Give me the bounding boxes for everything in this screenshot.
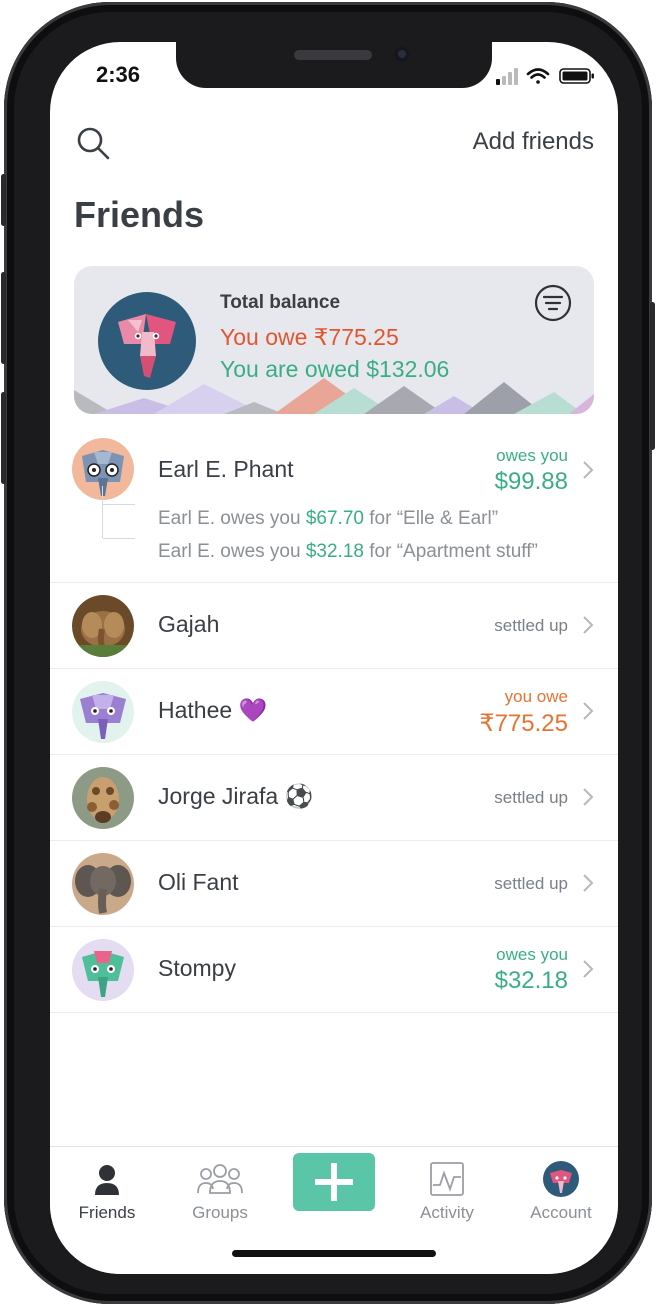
filter-icon[interactable] (534, 284, 572, 322)
friend-name: Gajah (158, 611, 220, 637)
friend-row-earl[interactable]: Earl E. Phant owes you $99.88 Earl E. ow… (50, 426, 618, 583)
tab-label: Friends (78, 1203, 136, 1222)
friend-amount: ₹775.25 (479, 710, 568, 737)
gajah-avatar (72, 595, 134, 657)
tab-label: Activity (420, 1203, 474, 1222)
chevron-right-icon (583, 960, 594, 978)
total-balance-card: Total balance You owe ₹775.25 You are ow… (74, 266, 594, 414)
activity-icon (430, 1162, 464, 1196)
tab-label: Account (530, 1203, 592, 1222)
status-time: 2:36 (96, 62, 141, 87)
status-icons (496, 68, 594, 85)
volume-up-button (1, 272, 6, 364)
add-friends-button[interactable]: Add friends (473, 128, 594, 156)
hathee-avatar (72, 681, 134, 743)
total-balance-label: Total balance (220, 292, 341, 313)
tab-activity[interactable]: Activity (392, 1155, 502, 1235)
notch (176, 42, 492, 88)
tab-groups[interactable]: Groups (165, 1155, 275, 1235)
friend-status: settled up (494, 874, 568, 893)
debt-detail-1: Earl E. owes you $67.70 for “Elle & Earl… (158, 508, 499, 529)
search-icon[interactable] (76, 126, 110, 160)
chevron-right-icon (583, 616, 594, 634)
volume-down-button (1, 392, 6, 484)
home-indicator (232, 1250, 436, 1257)
chevron-right-icon (583, 874, 594, 892)
friend-row-oli[interactable]: Oli Fant settled up (50, 841, 618, 927)
person-icon (95, 1165, 119, 1195)
add-expense-button[interactable] (293, 1153, 375, 1211)
chevron-right-icon (583, 461, 594, 479)
friend-row-hathee[interactable]: Hathee 💜 you owe ₹775.25 (50, 669, 618, 755)
friend-row-stompy[interactable]: Stompy owes you $32.18 (50, 927, 618, 1013)
chevron-right-icon (583, 702, 594, 720)
friend-status: owes you (496, 446, 568, 465)
friend-status: settled up (494, 788, 568, 807)
tab-label: Groups (192, 1203, 248, 1222)
page-title: Friends (74, 194, 205, 235)
friend-status: you owe (504, 687, 568, 706)
battery-icon (559, 68, 594, 84)
mountains-decoration (74, 378, 594, 414)
you-owe-total: You owe ₹775.25 (220, 324, 399, 350)
debt-detail-2: Earl E. owes you $32.18 for “Apartment s… (158, 541, 538, 562)
oli-avatar (72, 853, 134, 915)
power-button (650, 302, 655, 450)
friend-name: Oli Fant (158, 869, 239, 895)
friend-name: Hathee 💜 (158, 697, 268, 723)
friend-row-gajah[interactable]: Gajah settled up (50, 583, 618, 669)
front-camera (394, 46, 410, 62)
friend-name: Jorge Jirafa ⚽ (158, 783, 314, 809)
wifi-icon (526, 68, 550, 84)
friend-amount: $99.88 (494, 468, 568, 495)
account-avatar (543, 1161, 579, 1197)
friend-name: Stompy (158, 955, 236, 981)
mute-switch (1, 174, 6, 226)
detail-connector (102, 486, 135, 539)
friends-list: Earl E. Phant owes you $99.88 Earl E. ow… (50, 426, 618, 1013)
tab-friends[interactable]: Friends (52, 1155, 162, 1235)
phone-frame: 2:36 Add friends Friends Total balance Y… (1, 2, 655, 1304)
signal-icon (496, 68, 518, 85)
chevron-right-icon (583, 788, 594, 806)
friend-amount: $32.18 (494, 967, 568, 994)
friend-row-jorge[interactable]: Jorge Jirafa ⚽ settled up (50, 755, 618, 841)
plus-icon (315, 1163, 353, 1201)
screen: 2:36 Add friends Friends Total balance Y… (50, 42, 618, 1274)
speaker (294, 50, 372, 60)
friend-status: owes you (496, 945, 568, 964)
elephant-avatar (98, 292, 196, 390)
friend-name: Earl E. Phant (158, 456, 294, 482)
tab-account[interactable]: Account (506, 1155, 616, 1235)
stompy-avatar (72, 939, 134, 1001)
group-icon (197, 1164, 243, 1194)
jorge-avatar (72, 767, 134, 829)
friend-status: settled up (494, 616, 568, 635)
